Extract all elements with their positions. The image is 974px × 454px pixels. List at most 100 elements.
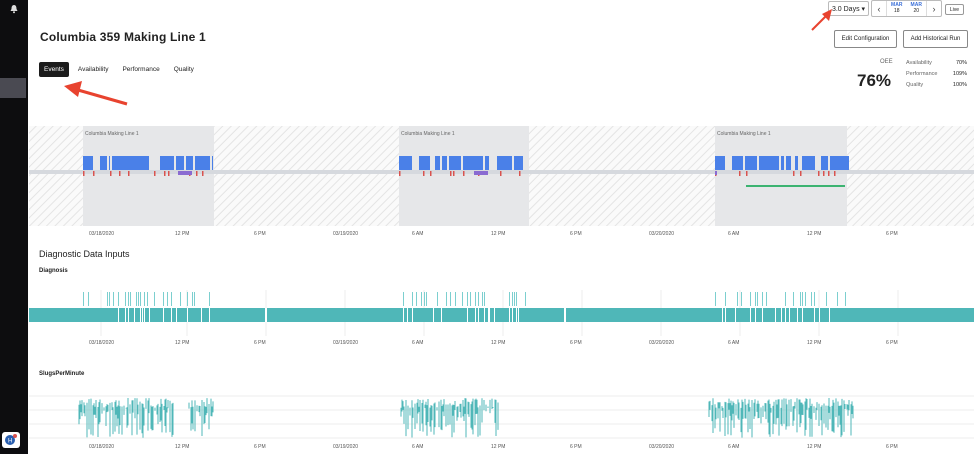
running-event-bar[interactable] [717,156,719,170]
fault-event-mark[interactable] [399,171,401,176]
running-event-bar[interactable] [90,156,93,170]
running-event-bar[interactable] [87,156,89,170]
running-event-bar[interactable] [808,156,809,170]
fault-event-mark[interactable] [202,171,204,176]
fault-event-mark[interactable] [453,171,455,176]
running-event-bar[interactable] [102,156,106,170]
running-event-bar[interactable] [514,156,517,170]
fault-event-mark[interactable] [818,171,820,176]
fault-event-mark[interactable] [93,171,95,176]
running-event-bar[interactable] [106,156,107,170]
running-event-bar[interactable] [715,156,717,170]
fault-event-mark[interactable] [834,171,836,176]
running-event-bar[interactable] [507,156,512,170]
running-event-bar[interactable] [501,156,503,170]
running-event-bar[interactable] [119,156,126,170]
running-event-bar[interactable] [719,156,725,170]
running-event-bar[interactable] [802,156,807,170]
running-event-bar[interactable] [517,156,520,170]
running-event-bar[interactable] [114,156,119,170]
changeover-event-mark[interactable] [474,171,488,175]
running-event-bar[interactable] [463,156,467,170]
running-event-bar[interactable] [842,156,849,170]
running-event-bar[interactable] [435,156,440,170]
running-event-bar[interactable] [399,156,403,170]
running-event-bar[interactable] [786,156,791,170]
running-event-bar[interactable] [739,156,742,170]
running-event-bar[interactable] [182,156,184,170]
fault-event-mark[interactable] [739,171,741,176]
running-event-bar[interactable] [180,156,182,170]
running-event-bar[interactable] [170,156,174,170]
fault-event-mark[interactable] [119,171,121,176]
running-event-bar[interactable] [807,156,808,170]
running-event-bar[interactable] [163,156,170,170]
production-run-region[interactable] [715,126,847,226]
running-event-bar[interactable] [144,156,149,170]
running-event-bar[interactable] [160,156,163,170]
running-event-bar[interactable] [201,156,202,170]
running-event-bar[interactable] [821,156,828,170]
running-event-bar[interactable] [112,156,114,170]
running-event-bar[interactable] [419,156,421,170]
running-event-bar[interactable] [89,156,90,170]
changeover-event-mark[interactable] [178,171,192,175]
fault-event-mark[interactable] [168,171,170,176]
fault-event-mark[interactable] [128,171,130,176]
running-event-bar[interactable] [176,156,180,170]
changeover-event-mark[interactable] [715,171,717,175]
fault-event-mark[interactable] [519,171,521,176]
fault-event-mark[interactable] [800,171,802,176]
running-event-bar[interactable] [485,156,489,170]
running-event-bar[interactable] [456,156,461,170]
running-event-bar[interactable] [100,156,102,170]
running-event-bar[interactable] [126,156,130,170]
running-event-bar[interactable] [202,156,204,170]
fault-event-mark[interactable] [500,171,502,176]
running-event-bar[interactable] [759,156,765,170]
running-event-bar[interactable] [467,156,473,170]
fault-event-mark[interactable] [828,171,830,176]
running-event-bar[interactable] [503,156,505,170]
running-event-bar[interactable] [506,156,507,170]
fault-event-mark[interactable] [423,171,425,176]
running-event-bar[interactable] [195,156,201,170]
fault-event-mark[interactable] [823,171,825,176]
fault-event-mark[interactable] [793,171,795,176]
running-event-bar[interactable] [751,156,756,170]
running-event-bar[interactable] [756,156,757,170]
running-event-bar[interactable] [745,156,751,170]
fault-event-mark[interactable] [463,171,465,176]
fault-event-mark[interactable] [110,171,112,176]
running-event-bar[interactable] [781,156,784,170]
production-run-region[interactable] [83,126,214,226]
running-event-bar[interactable] [497,156,501,170]
running-event-bar[interactable] [130,156,136,170]
running-event-bar[interactable] [449,156,456,170]
fault-event-mark[interactable] [450,171,452,176]
running-event-bar[interactable] [520,156,523,170]
fault-event-mark[interactable] [154,171,156,176]
running-event-bar[interactable] [810,156,815,170]
running-event-bar[interactable] [442,156,447,170]
fault-event-mark[interactable] [164,171,166,176]
running-event-bar[interactable] [109,156,110,170]
running-event-bar[interactable] [410,156,412,170]
running-event-bar[interactable] [830,156,834,170]
running-event-bar[interactable] [473,156,480,170]
running-event-bar[interactable] [480,156,483,170]
running-event-bar[interactable] [426,156,430,170]
running-event-bar[interactable] [204,156,210,170]
running-event-bar[interactable] [83,156,87,170]
running-event-bar[interactable] [403,156,410,170]
running-event-bar[interactable] [137,156,144,170]
fault-event-mark[interactable] [430,171,432,176]
running-event-bar[interactable] [742,156,743,170]
fault-event-mark[interactable] [746,171,748,176]
fault-event-mark[interactable] [196,171,198,176]
running-event-bar[interactable] [772,156,779,170]
running-event-bar[interactable] [834,156,837,170]
running-event-bar[interactable] [505,156,506,170]
running-event-bar[interactable] [765,156,772,170]
running-event-bar[interactable] [732,156,739,170]
